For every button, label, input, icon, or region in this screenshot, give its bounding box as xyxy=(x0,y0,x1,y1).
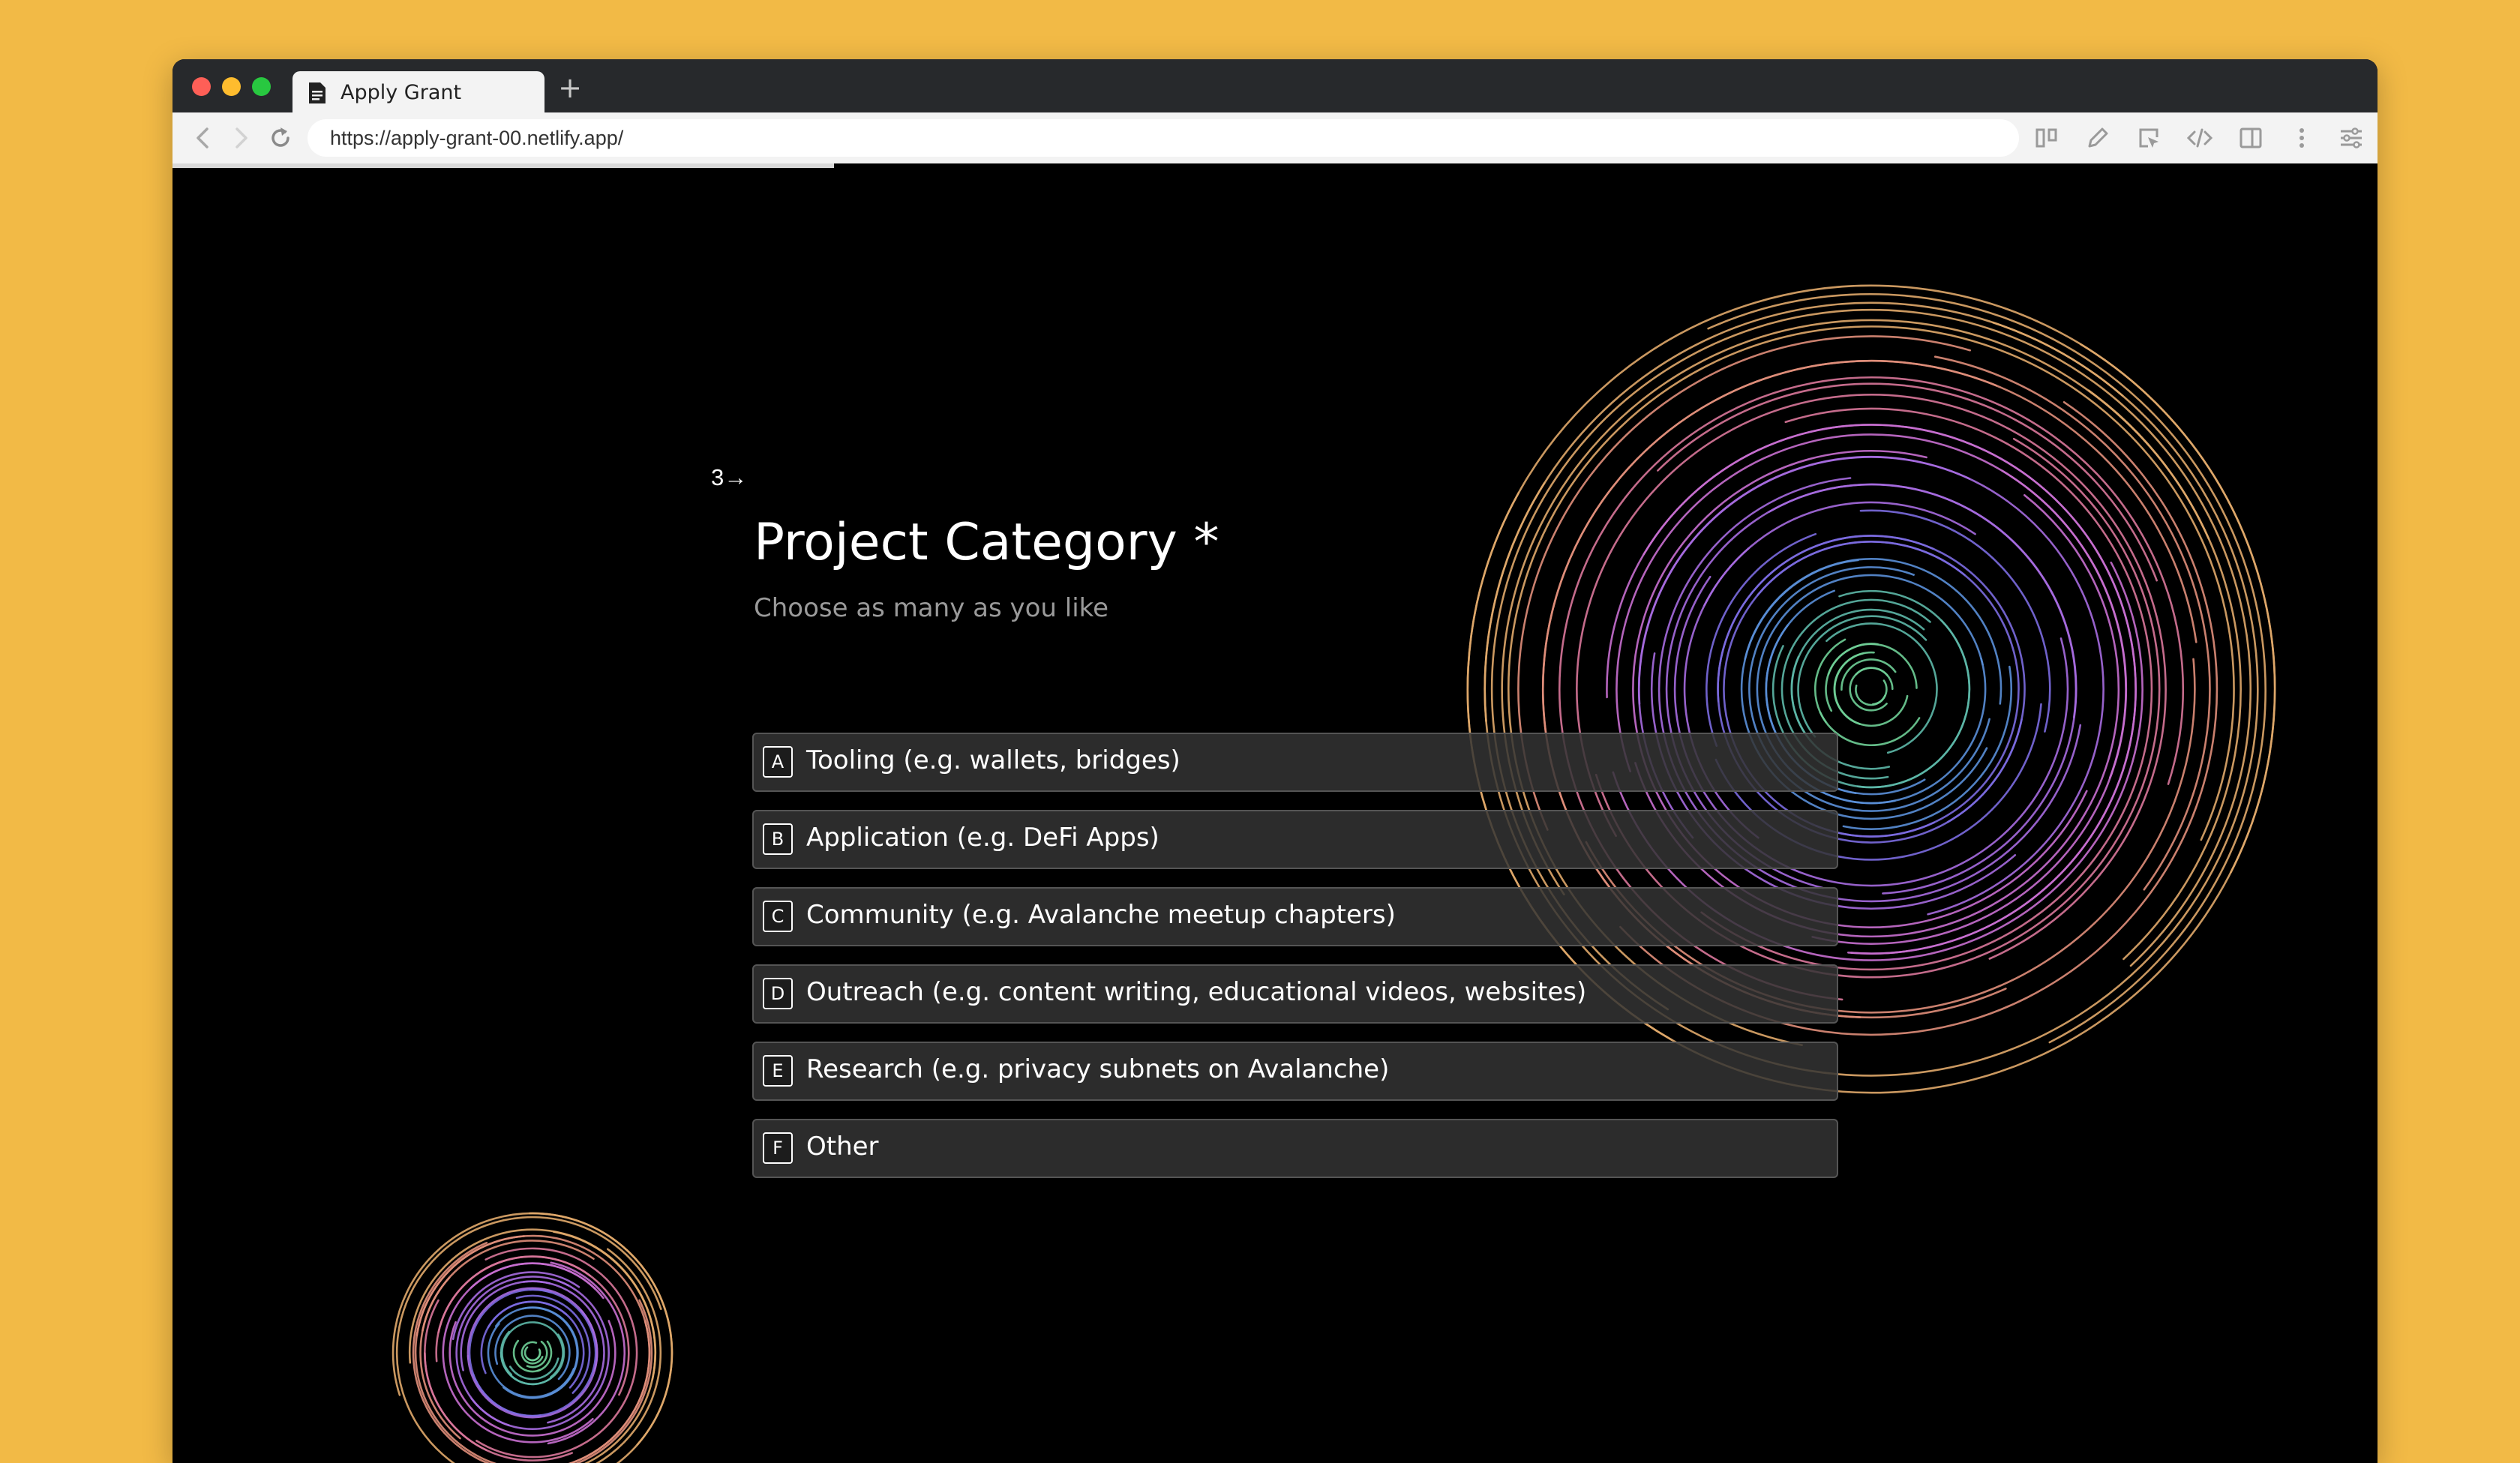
choice-key: D xyxy=(763,978,793,1009)
minimize-window-button[interactable] xyxy=(222,77,241,96)
spiral-arc xyxy=(408,1228,657,1381)
spiral-arc xyxy=(1838,589,1971,789)
address-bar[interactable]: https://apply-grant-00.netlify.app/ xyxy=(308,119,2019,157)
spiral-arc xyxy=(524,1346,542,1362)
browser-window: Apply Grant + https://apply-grant-00.net… xyxy=(172,59,2378,1463)
choice-label: Other xyxy=(806,1132,879,1162)
choice-label: Application (e.g. DeFi Apps) xyxy=(806,823,1160,853)
document-icon xyxy=(309,82,326,103)
spiral-arc xyxy=(1833,652,1865,725)
browser-toolbar: https://apply-grant-00.netlify.app/ xyxy=(172,112,2378,163)
spiral-arc xyxy=(1717,535,2023,844)
choice-label: Research (e.g. privacy subnets on Avalan… xyxy=(806,1054,1390,1084)
spiral-arc xyxy=(1934,355,2211,891)
choice-option-c[interactable]: C Community (e.g. Avalanche meetup chapt… xyxy=(752,887,1838,946)
spiral-arc xyxy=(596,1248,662,1463)
tab-apply-grant[interactable]: Apply Grant xyxy=(292,71,544,112)
close-window-button[interactable] xyxy=(192,77,211,96)
new-tab-button[interactable]: + xyxy=(555,73,585,103)
question-title: Project Category * xyxy=(754,513,1220,572)
question-number: 3→ xyxy=(711,464,748,490)
choice-key: C xyxy=(763,901,793,932)
question-subtitle: Choose as many as you like xyxy=(754,593,1109,623)
spiral-arc xyxy=(1606,424,2137,955)
spiral-arc xyxy=(1826,622,1938,754)
form-page: 3→ Project Category * Choose as many as … xyxy=(172,168,2378,1463)
spiral-arc xyxy=(1706,532,1817,747)
choice-label: Community (e.g. Avalanche meetup chapter… xyxy=(806,900,1396,930)
choice-label: Tooling (e.g. wallets, bridges) xyxy=(806,745,1180,775)
choice-key: A xyxy=(763,746,793,778)
choice-option-f[interactable]: F Other xyxy=(752,1119,1838,1178)
choice-key: F xyxy=(763,1132,793,1164)
code-icon[interactable] xyxy=(2186,124,2214,152)
settings-sliders-icon[interactable] xyxy=(2337,124,2366,152)
spiral-arc xyxy=(500,1330,566,1386)
choice-option-b[interactable]: B Application (e.g. DeFi Apps) xyxy=(752,810,1838,869)
spiral-arc xyxy=(1723,541,1966,838)
spiral-arc xyxy=(1833,651,1909,727)
question-arrow-icon: → xyxy=(724,464,748,490)
choice-label: Outreach (e.g. content writing, educatio… xyxy=(806,977,1587,1007)
more-menu-icon[interactable] xyxy=(2288,124,2316,152)
tab-title: Apply Grant xyxy=(340,81,462,104)
reader-view-icon[interactable] xyxy=(2032,124,2061,152)
choice-key: B xyxy=(763,823,793,855)
decorative-spiral-small xyxy=(392,1212,674,1463)
back-arrow-icon[interactable] xyxy=(189,123,219,153)
maximize-window-button[interactable] xyxy=(252,77,271,96)
spiral-arc xyxy=(1825,643,1879,712)
url-text: https://apply-grant-00.netlify.app/ xyxy=(330,127,624,149)
choice-option-e[interactable]: E Research (e.g. privacy subnets on Aval… xyxy=(752,1042,1838,1101)
pencil-icon[interactable] xyxy=(2084,124,2112,152)
forward-arrow-icon[interactable] xyxy=(225,123,255,153)
choice-option-a[interactable]: A Tooling (e.g. wallets, bridges) xyxy=(752,733,1838,792)
spiral-arc xyxy=(1576,394,2167,960)
spiral-arc xyxy=(1872,679,1888,706)
spiral-arc xyxy=(1484,301,2124,722)
choice-key: E xyxy=(763,1055,793,1087)
sidebar-icon[interactable] xyxy=(2236,124,2265,152)
title-bar: Apply Grant + xyxy=(172,59,2378,112)
reload-icon[interactable] xyxy=(266,123,296,153)
element-picker-icon[interactable] xyxy=(2134,124,2163,152)
choice-option-d[interactable]: D Outreach (e.g. content writing, educat… xyxy=(752,964,1838,1024)
